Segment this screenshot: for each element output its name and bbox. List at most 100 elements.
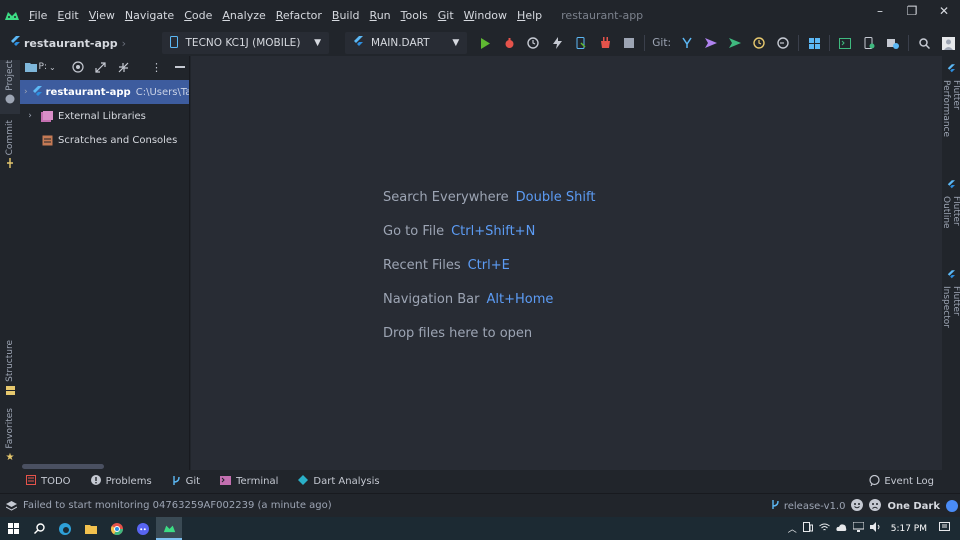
git-commit-icon[interactable]: [699, 31, 723, 55]
stop-icon[interactable]: [617, 31, 641, 55]
tree-item-label: restaurant-app: [45, 86, 131, 98]
collapse-all-icon[interactable]: [114, 57, 133, 77]
menu-window[interactable]: Window: [459, 9, 512, 22]
hot-reload-icon[interactable]: [545, 31, 569, 55]
wifi-icon[interactable]: [818, 523, 830, 535]
hint-go-to-file: Go to File Ctrl+Shift+N: [383, 214, 595, 248]
menu-build[interactable]: Build: [327, 9, 365, 22]
restore-button[interactable]: ❐: [896, 0, 928, 22]
git-branch-widget[interactable]: release-v1.0: [771, 499, 846, 513]
project-tree: › restaurant-app C:\Users\Tawh › Externa…: [20, 80, 189, 152]
close-button[interactable]: ✕: [928, 0, 960, 22]
avatar[interactable]: [936, 31, 960, 55]
devices-icon[interactable]: [802, 522, 813, 535]
menu-analyze[interactable]: Analyze: [217, 9, 270, 22]
tool-tab-flutter-inspector[interactable]: Flutter Inspector: [941, 270, 960, 354]
tool-button-problems[interactable]: Problems: [81, 475, 162, 488]
menu-help[interactable]: Help: [512, 9, 547, 22]
notification-dot-icon[interactable]: [946, 500, 958, 512]
taskbar-clock[interactable]: 5:17 PM: [891, 524, 927, 534]
discord-icon[interactable]: [130, 517, 156, 540]
tool-button-event-log[interactable]: Event Log: [869, 470, 934, 493]
windows-start-icon[interactable]: [0, 517, 26, 540]
tool-tab-commit[interactable]: Commit: [0, 120, 20, 170]
chevron-up-icon[interactable]: ︿: [788, 522, 797, 535]
volume-icon[interactable]: [869, 522, 881, 535]
menu-code[interactable]: Code: [179, 9, 217, 22]
tool-tab-project[interactable]: Project: [0, 60, 20, 114]
project-structure-icon[interactable]: [802, 31, 826, 55]
theme-label[interactable]: One Dark: [887, 501, 940, 512]
chevron-right-icon[interactable]: ›: [24, 111, 36, 121]
search-icon[interactable]: [912, 31, 936, 55]
layers-icon[interactable]: [4, 500, 18, 511]
chevron-down-icon: ▼: [452, 38, 460, 48]
tool-tab-structure[interactable]: Structure: [0, 340, 20, 396]
profile-icon[interactable]: [521, 31, 545, 55]
sdk-manager-icon[interactable]: [881, 31, 905, 55]
file-explorer-icon[interactable]: [78, 517, 104, 540]
chevron-right-icon[interactable]: ›: [24, 87, 28, 97]
tool-tab-flutter-outline[interactable]: Flutter Outline: [941, 180, 960, 256]
device-selector[interactable]: TECNO KC1J (MOBILE) ▼: [161, 32, 330, 54]
tool-button-terminal[interactable]: Terminal: [210, 475, 288, 488]
cloud-sync-icon[interactable]: [836, 523, 847, 535]
breadcrumb[interactable]: restaurant-app ›: [0, 35, 162, 51]
tool-button-dart-analysis[interactable]: Dart Analysis: [288, 475, 389, 488]
menu-navigate[interactable]: Navigate: [120, 9, 179, 22]
run-config-selector[interactable]: MAIN.DART ▼: [345, 32, 468, 54]
chrome-browser-icon[interactable]: [104, 517, 130, 540]
menu-file[interactable]: File: [24, 9, 52, 22]
locate-icon[interactable]: [68, 57, 87, 77]
menu-view[interactable]: View: [84, 9, 120, 22]
device-manager-icon[interactable]: [569, 31, 593, 55]
git-history-icon[interactable]: [747, 31, 771, 55]
flutter-attach-icon[interactable]: [593, 31, 617, 55]
tool-button-todo[interactable]: TODO: [0, 475, 81, 488]
editor-area[interactable]: Search Everywhere Double Shift Go to Fil…: [191, 56, 942, 470]
tool-button-git[interactable]: Git: [162, 475, 210, 489]
terminal-icon[interactable]: [833, 31, 857, 55]
expand-all-icon[interactable]: [91, 57, 110, 77]
edge-browser-icon[interactable]: [52, 517, 78, 540]
run-icon[interactable]: [473, 31, 497, 55]
status-message[interactable]: Failed to start monitoring 04763259AF002…: [23, 500, 332, 511]
tool-tab-flutter-performance[interactable]: Flutter Performance: [941, 64, 960, 164]
menu-tools[interactable]: Tools: [396, 9, 433, 22]
tree-item-restaurant-app[interactable]: › restaurant-app C:\Users\Tawh: [20, 80, 189, 104]
notifications-icon[interactable]: [939, 522, 950, 535]
smiley-icon[interactable]: [851, 498, 864, 514]
flutter-icon: [10, 35, 20, 51]
debug-icon[interactable]: [497, 31, 521, 55]
horizontal-scrollbar[interactable]: [22, 464, 104, 469]
info-icon: [90, 475, 101, 488]
hide-panel-icon[interactable]: [170, 57, 189, 77]
tree-item-label: External Libraries: [58, 110, 146, 122]
minimize-button[interactable]: –: [864, 0, 896, 22]
android-studio-taskbar-icon[interactable]: [156, 517, 182, 540]
tool-tab-favorites[interactable]: Favorites ★: [0, 408, 20, 464]
hint-recent-files: Recent Files Ctrl+E: [383, 248, 595, 282]
search-icon[interactable]: [26, 517, 52, 540]
menu-refactor[interactable]: Refactor: [271, 9, 327, 22]
git-branch-label: release-v1.0: [783, 500, 846, 512]
breadcrumb-project[interactable]: restaurant-app: [24, 37, 118, 50]
project-view-selector[interactable]: P: ⌄: [24, 57, 56, 77]
menu-run[interactable]: Run: [365, 9, 396, 22]
options-icon[interactable]: ⋮: [147, 57, 166, 77]
system-tray: ︿ 5:17 PM: [788, 517, 960, 540]
hint-navigation-bar: Navigation Bar Alt+Home: [383, 282, 595, 316]
hint-shortcut: Double Shift: [515, 189, 596, 205]
frown-icon[interactable]: [869, 498, 882, 514]
rollback-icon[interactable]: [771, 31, 795, 55]
tool-button-label: Event Log: [884, 476, 934, 487]
tree-item-scratches[interactable]: Scratches and Consoles: [20, 128, 189, 152]
git-update-icon[interactable]: [675, 31, 699, 55]
tree-item-external-libraries[interactable]: › External Libraries: [20, 104, 189, 128]
avd-manager-icon[interactable]: [857, 31, 881, 55]
os-taskbar: ︿ 5:17 PM: [0, 517, 960, 540]
git-push-icon[interactable]: [723, 31, 747, 55]
network-icon[interactable]: [852, 521, 865, 535]
menu-edit[interactable]: Edit: [52, 9, 83, 22]
menu-git[interactable]: Git: [433, 9, 459, 22]
